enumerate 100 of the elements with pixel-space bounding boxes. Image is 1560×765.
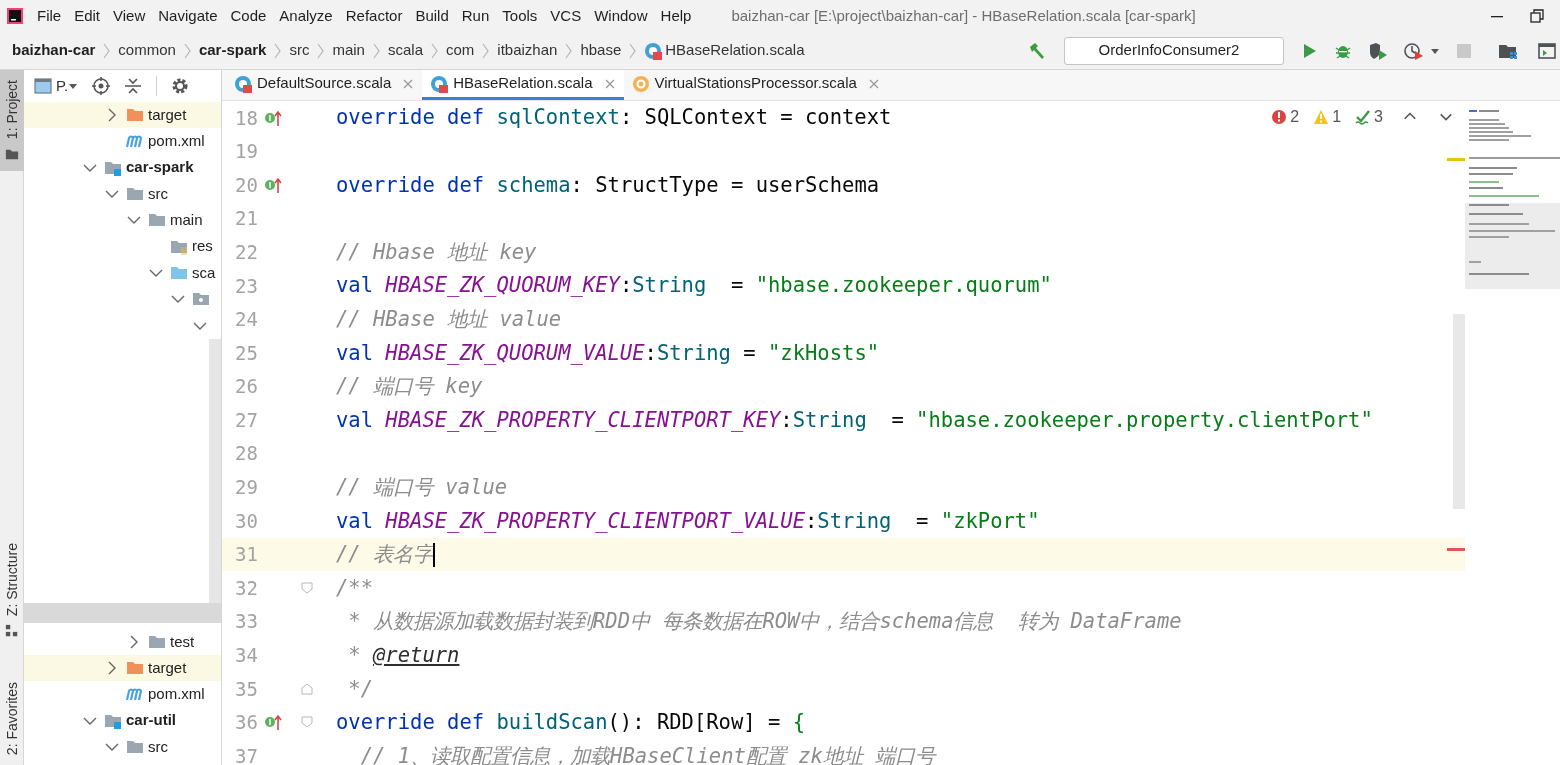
override-marker-icon[interactable] bbox=[264, 108, 282, 127]
warning-icon bbox=[1313, 109, 1330, 125]
line-number: 22 bbox=[234, 239, 258, 265]
code-line: // HBase 地址 value bbox=[336, 306, 562, 333]
close-icon[interactable] bbox=[402, 77, 415, 90]
chevron-icon bbox=[102, 42, 112, 59]
line-number: 20 bbox=[234, 172, 258, 198]
locate-icon[interactable] bbox=[92, 77, 111, 95]
window-icon[interactable] bbox=[34, 78, 52, 94]
tree-item[interactable]: car-util bbox=[126, 709, 176, 732]
scrollbar-track[interactable] bbox=[24, 602, 221, 623]
menu-item[interactable]: Run bbox=[461, 4, 490, 28]
menu-item[interactable]: Refactor bbox=[345, 4, 403, 28]
profiler-icon[interactable] bbox=[1404, 41, 1424, 60]
fold-marker-icon[interactable] bbox=[300, 581, 314, 596]
menu-item[interactable]: VCS bbox=[550, 4, 582, 28]
chevron-icon bbox=[481, 42, 491, 59]
menu-item[interactable]: Tools bbox=[502, 4, 538, 28]
scala-class-icon bbox=[644, 41, 663, 60]
tree-item[interactable]: target bbox=[148, 103, 187, 127]
caret-icon bbox=[68, 82, 79, 90]
code-line: val HBASE_ZK_QUORUM_KEY:String = "hbase.zookeeper.quorum" bbox=[336, 272, 1052, 300]
tree-item[interactable]: src bbox=[148, 182, 168, 206]
breadcrumb-item[interactable]: src bbox=[289, 39, 310, 62]
fold-marker-icon[interactable] bbox=[300, 681, 314, 696]
override-marker-icon[interactable] bbox=[264, 176, 282, 194]
menu-item[interactable]: Analyze bbox=[279, 4, 333, 28]
breadcrumb-item[interactable]: common bbox=[118, 39, 176, 62]
collapse-all-icon[interactable] bbox=[124, 77, 143, 95]
tree-item[interactable]: pom.xml bbox=[148, 683, 205, 706]
folder-icon bbox=[5, 147, 19, 162]
coverage-icon[interactable] bbox=[1368, 41, 1388, 60]
view-selector[interactable]: P. bbox=[56, 74, 79, 98]
fold-marker-icon[interactable] bbox=[300, 715, 314, 730]
scala-object-icon bbox=[631, 74, 650, 93]
breadcrumb-item[interactable]: HBaseRelation.scala bbox=[665, 39, 805, 62]
editor-tab[interactable]: DefaultSource.scala bbox=[226, 70, 423, 100]
menu-item[interactable]: Edit bbox=[74, 4, 101, 28]
code-line: override def sqlContext: SQLContext = context bbox=[336, 104, 892, 132]
tool-window-tab[interactable]: 1: Project bbox=[0, 70, 24, 172]
code-line: * 从数据源加载数据封装到RDD中 每条数据在ROW中，结合schema信息 转为 DataFrame bbox=[347, 608, 1182, 636]
inspection-count[interactable]: 3 bbox=[1374, 105, 1383, 129]
app-logo-icon[interactable] bbox=[7, 8, 23, 24]
tree-item[interactable]: car-spark bbox=[126, 156, 194, 179]
tree-item[interactable]: target bbox=[148, 656, 187, 680]
code-line: val HBASE_ZK_QUORUM_VALUE:String = "zkHosts" bbox=[336, 339, 880, 367]
scrollbar-thumb[interactable] bbox=[209, 338, 221, 603]
tool-window-tab[interactable]: Z: Structure bbox=[0, 532, 24, 648]
hammer-icon[interactable] bbox=[1027, 40, 1047, 61]
close-icon[interactable] bbox=[867, 77, 880, 90]
breadcrumb-item[interactable]: baizhan-car bbox=[12, 39, 96, 62]
line-number: 21 bbox=[234, 206, 258, 232]
tree-item[interactable]: pom.xml bbox=[148, 130, 205, 153]
restore-icon[interactable] bbox=[1530, 9, 1544, 23]
tree-item[interactable]: main bbox=[170, 209, 203, 232]
code-line: override def buildScan(): RDD[Row] = { bbox=[336, 709, 805, 737]
menu-item[interactable]: Navigate bbox=[158, 4, 218, 28]
code-line: */ bbox=[347, 675, 374, 703]
inspection-count[interactable]: 1 bbox=[1332, 105, 1342, 129]
line-number: 33 bbox=[234, 609, 258, 635]
chevron-icon bbox=[316, 42, 326, 59]
close-icon[interactable] bbox=[603, 77, 616, 90]
tool-window-tab[interactable]: 2: Favorites bbox=[0, 671, 24, 765]
breadcrumb-item[interactable]: itbaizhan bbox=[497, 39, 558, 62]
line-number: 18 bbox=[234, 105, 258, 131]
breadcrumb-item[interactable]: com bbox=[446, 39, 475, 62]
menu-item[interactable]: Build bbox=[415, 4, 449, 28]
menu-item[interactable]: Window bbox=[594, 4, 648, 28]
editor-tab[interactable]: HBaseRelation.scala bbox=[422, 70, 624, 100]
line-number: 37 bbox=[234, 743, 258, 765]
override-marker-icon[interactable] bbox=[264, 713, 282, 732]
code-line: val HBASE_ZK_PROPERTY_CLIENTPORT_KEY:String = "hbase.zookeeper.property.clientPort" bbox=[336, 406, 1373, 434]
terminal-window-icon[interactable] bbox=[1538, 41, 1556, 60]
menu-item[interactable]: Help bbox=[660, 4, 692, 28]
menu-item[interactable]: File bbox=[37, 4, 62, 28]
breadcrumb-item[interactable]: car-spark bbox=[198, 39, 267, 62]
menu-item[interactable]: Code bbox=[230, 4, 267, 28]
editor-tab[interactable]: VirtualStationsProcessor.scala bbox=[623, 70, 888, 100]
code-line: * @return bbox=[347, 641, 460, 669]
folder-icon bbox=[126, 738, 144, 756]
breadcrumb-item[interactable]: hbase bbox=[580, 39, 622, 62]
line-number: 27 bbox=[234, 407, 258, 433]
run-configuration-dropdown[interactable]: OrderInfoConsumer2 bbox=[1064, 36, 1284, 65]
menu-item[interactable]: View bbox=[113, 4, 146, 28]
line-number: 36 bbox=[234, 710, 258, 736]
line-number: 28 bbox=[234, 441, 258, 467]
window-title: baizhan-car [E:\project\baizhan-car] - HBaseRelation.scala [car-spark] bbox=[731, 5, 1196, 26]
breadcrumb-item[interactable]: scala bbox=[387, 39, 423, 62]
code-line: // 端口号 key bbox=[336, 373, 483, 401]
tree-item[interactable]: res bbox=[192, 235, 213, 258]
breadcrumb-item[interactable]: main bbox=[332, 39, 365, 62]
tree-item[interactable]: test bbox=[170, 630, 195, 654]
line-number: 34 bbox=[234, 643, 258, 669]
inspection-count[interactable]: 2 bbox=[1290, 105, 1300, 129]
chevron-icon bbox=[182, 42, 192, 59]
settings-icon[interactable] bbox=[171, 77, 190, 95]
line-number: 31 bbox=[234, 542, 258, 568]
tree-item[interactable]: src bbox=[148, 735, 168, 759]
line-number: 30 bbox=[234, 508, 258, 534]
tree-item[interactable]: sca bbox=[192, 261, 216, 285]
